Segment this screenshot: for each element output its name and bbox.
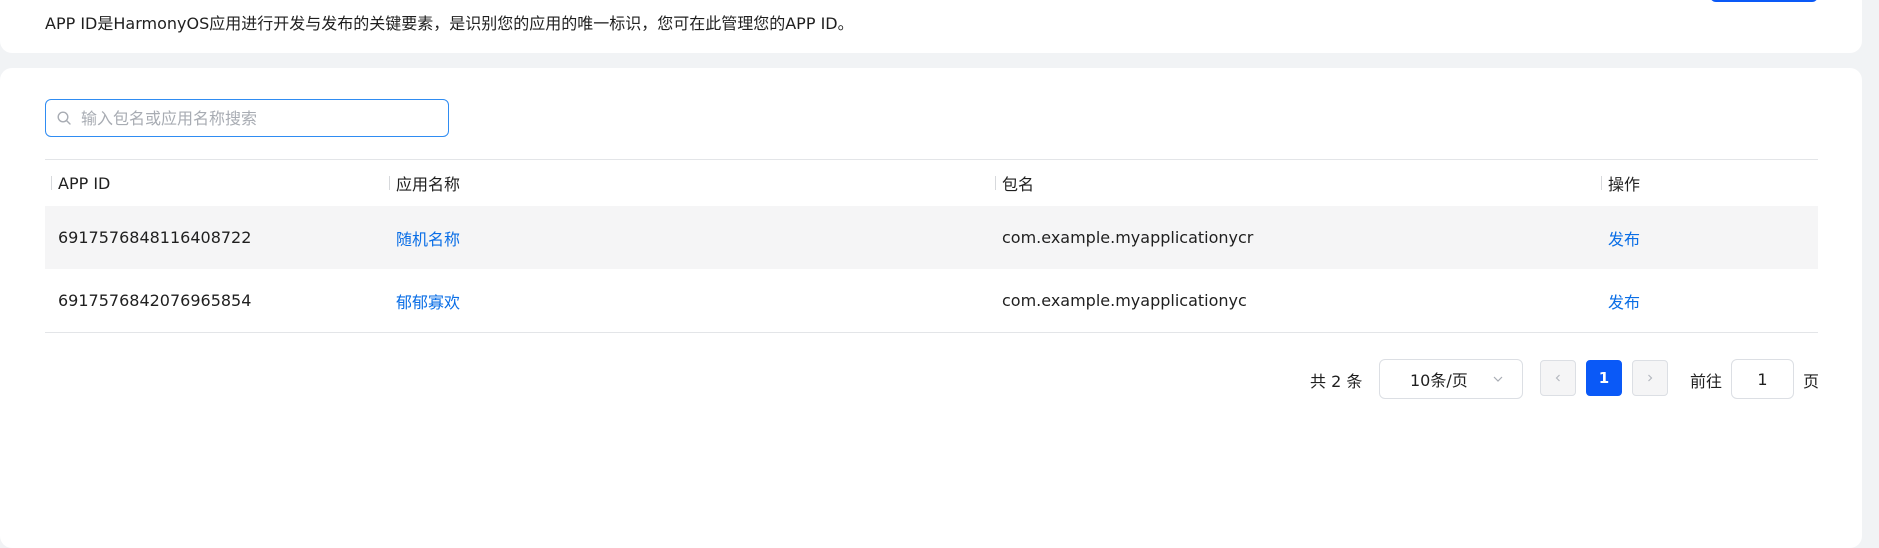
app-id-cell: 6917576842076965854 [58, 291, 252, 310]
column-header-package: 包名 [995, 160, 1034, 206]
column-divider [1601, 176, 1602, 190]
column-divider [389, 176, 390, 190]
publish-link[interactable]: 发布 [1608, 206, 1640, 269]
column-header-action: 操作 [1601, 160, 1640, 206]
page-unit-label: 页 [1803, 372, 1820, 391]
app-id-list-card: APP ID 应用名称 包名 操作 6917576848116408722 随机… [0, 68, 1862, 548]
header-card: APP ID是HarmonyOS应用进行开发与发布的关键要素，是识别您的应用的唯… [0, 0, 1862, 53]
goto-label: 前往 [1690, 372, 1723, 391]
app-name-link[interactable]: 郁郁寡欢 [396, 269, 460, 332]
column-header-app-id: APP ID [51, 160, 110, 206]
table-row: 6917576848116408722 随机名称 com.example.mya… [45, 206, 1818, 269]
page-size-value: 10条/页 [1410, 371, 1468, 390]
chevron-down-icon [1493, 376, 1503, 382]
prev-page-button[interactable] [1540, 360, 1576, 396]
scrollbar[interactable] [1862, 0, 1879, 529]
publish-link[interactable]: 发布 [1608, 269, 1640, 332]
pagination-total: 共 2 条 [1310, 372, 1363, 391]
page-number-button[interactable]: 1 [1586, 360, 1622, 396]
page-description: APP ID是HarmonyOS应用进行开发与发布的关键要素，是识别您的应用的唯… [45, 14, 854, 33]
next-page-button[interactable] [1632, 360, 1668, 396]
table-row: 6917576842076965854 郁郁寡欢 com.example.mya… [45, 269, 1818, 332]
app-name-link[interactable]: 随机名称 [396, 206, 460, 269]
column-divider [995, 176, 996, 190]
search-input[interactable] [79, 107, 423, 129]
app-id-table: APP ID 应用名称 包名 操作 6917576848116408722 随机… [45, 159, 1818, 333]
table-header: APP ID 应用名称 包名 操作 [45, 160, 1818, 206]
search-box[interactable] [45, 99, 449, 137]
search-icon [57, 111, 71, 125]
chevron-left-icon [1555, 374, 1560, 382]
column-divider [51, 176, 52, 190]
package-cell: com.example.myapplicationycr [1002, 228, 1254, 247]
column-header-app-name: 应用名称 [389, 160, 460, 206]
app-id-cell: 6917576848116408722 [58, 228, 252, 247]
chevron-right-icon [1648, 374, 1653, 382]
new-button[interactable]: 新建 [1710, 0, 1818, 2]
goto-page-input[interactable] [1731, 359, 1794, 399]
page-size-select[interactable]: 10条/页 [1379, 359, 1523, 399]
package-cell: com.example.myapplicationyc [1002, 291, 1247, 310]
